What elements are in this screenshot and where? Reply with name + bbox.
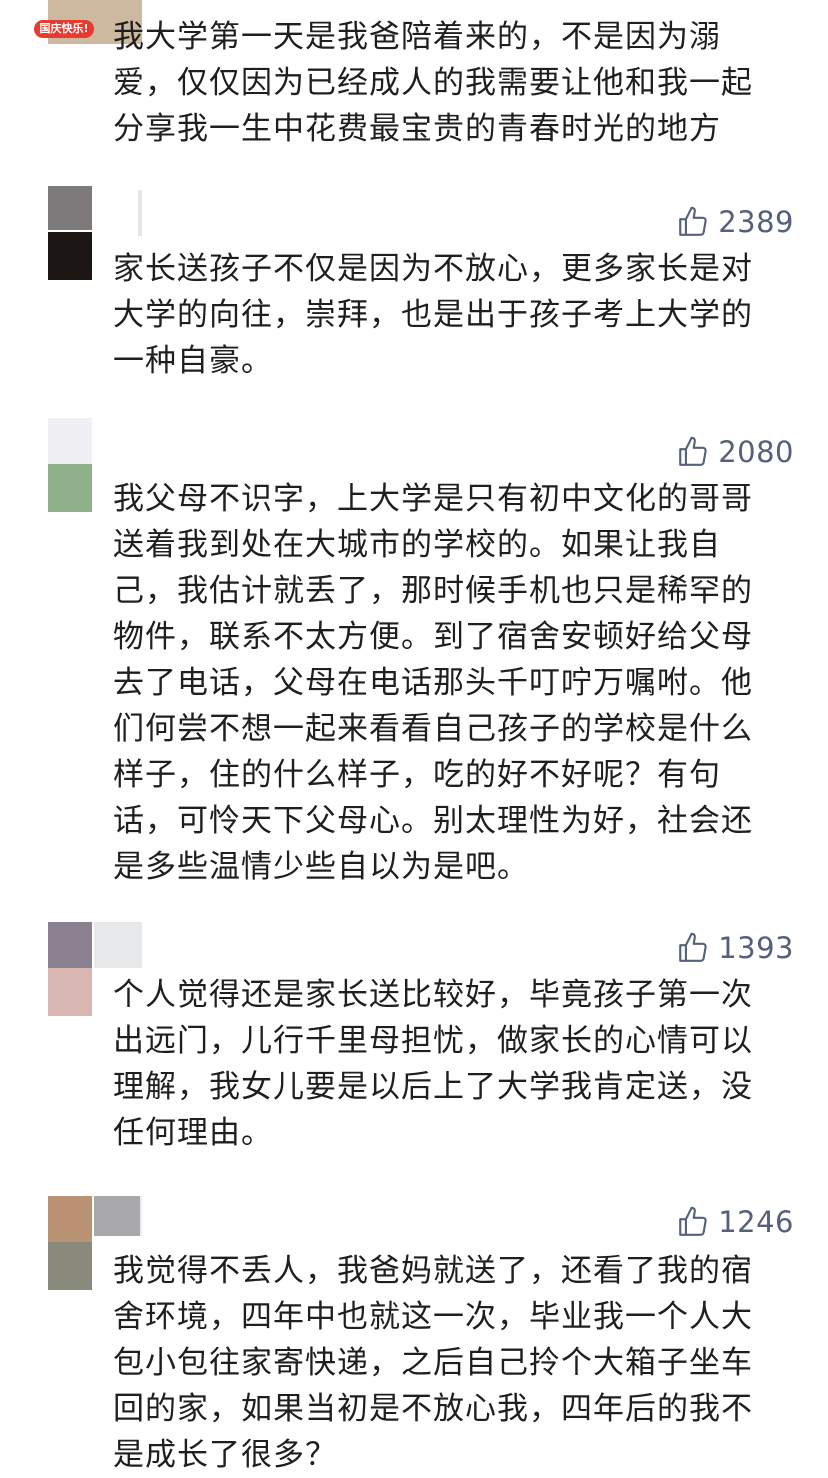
- like-count: 2389: [718, 205, 794, 239]
- comment-4: 1393 个人觉得还是家长送比较好，毕竟孩子第一次 出远门，儿行千里母担忧，做家…: [0, 918, 828, 1158]
- comment-2: 2389 家长送孩子不仅是因为不放心，更多家长是对 大学的向往，崇拜，也是出于孩…: [0, 180, 828, 400]
- thumbs-up-icon: [679, 932, 707, 962]
- like-button[interactable]: 2080: [676, 432, 794, 472]
- comment-text: 个人觉得还是家长送比较好，毕竟孩子第一次 出远门，儿行千里母担忧，做家长的心情可…: [113, 977, 753, 1151]
- thumbs-up-icon: [679, 206, 707, 236]
- comment-text: 我大学第一天是我爸陪着来的，不是因为溺 爱，仅仅因为已经成人的我需要让他和我一起…: [113, 19, 753, 147]
- holiday-badge: 国庆快乐!: [34, 20, 94, 38]
- like-button[interactable]: 1246: [676, 1202, 794, 1242]
- like-button[interactable]: 2389: [676, 202, 794, 242]
- comment-text: 家长送孩子不仅是因为不放心，更多家长是对 大学的向往，崇拜，也是出于孩子考上大学…: [113, 251, 753, 379]
- comment-1: 国庆快乐! 我大学第一天是我爸陪着来的，不是因为溺 爱，仅仅因为已经成人的我需要…: [0, 0, 828, 150]
- comment-text: 我觉得不丢人，我爸妈就送了，还看了我的宿 舍环境，四年中也就这一次，毕业我一个人…: [113, 1253, 753, 1473]
- thumbs-up-icon: [679, 436, 707, 466]
- comment-3: 2080 我父母不识字，上大学是只有初中文化的哥哥 送着我到处在大城市的学校的。…: [0, 412, 828, 885]
- like-button[interactable]: 1393: [676, 928, 794, 968]
- comment-text: 我父母不识字，上大学是只有初中文化的哥哥 送着我到处在大城市的学校的。如果让我自…: [113, 481, 753, 885]
- like-count: 1246: [718, 1205, 794, 1239]
- comment-5: 1246 我觉得不丢人，我爸妈就送了，还看了我的宿 舍环境，四年中也就这一次，毕…: [0, 1192, 828, 1473]
- like-count: 2080: [718, 435, 794, 469]
- thumbs-up-icon: [679, 1206, 707, 1236]
- like-count: 1393: [718, 931, 794, 965]
